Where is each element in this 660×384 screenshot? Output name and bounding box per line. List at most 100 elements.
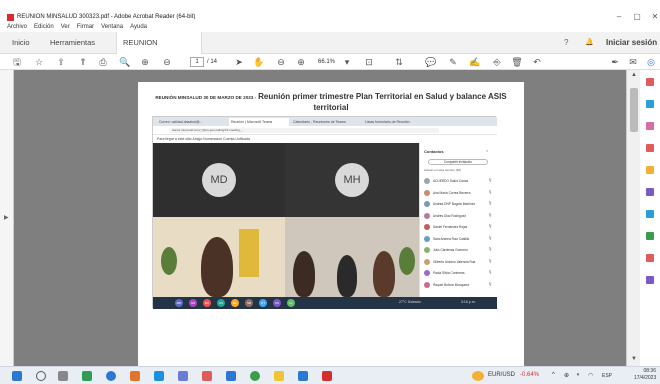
search-icon[interactable]: ◎ <box>644 55 658 69</box>
mail-icon[interactable]: ✉ <box>626 55 640 69</box>
wifi-icon[interactable]: ◠ <box>588 372 593 379</box>
menu-item-ayuda[interactable]: Ayuda <box>130 22 147 32</box>
comment-tool-icon[interactable] <box>646 144 654 152</box>
page-up-icon[interactable]: ⊕ <box>138 55 152 69</box>
clock-date: 17/4/2023 <box>634 375 657 381</box>
more-tools-icon[interactable] <box>646 276 654 284</box>
scroll-down-icon[interactable]: ▼ <box>631 356 637 362</box>
edge-icon[interactable] <box>106 371 116 381</box>
tab-document[interactable]: REUNION MINSAL...× <box>116 32 202 69</box>
fill-sign-icon[interactable] <box>646 210 654 218</box>
avatar: MH <box>335 163 369 197</box>
fit-page-icon[interactable]: ⊡ <box>362 55 376 69</box>
vertical-scrollbar[interactable]: ▲ ▼ <box>626 70 640 366</box>
minimize-button[interactable]: – <box>612 12 626 21</box>
delete-icon[interactable]: 🗑 <box>510 55 524 69</box>
left-navigation-panel[interactable]: ▶ <box>0 70 14 366</box>
redact-icon[interactable] <box>646 254 654 262</box>
export-pdf-icon[interactable] <box>646 100 654 108</box>
volume-icon[interactable]: ◖ <box>576 372 580 378</box>
tools-panel <box>640 70 660 366</box>
menu-item-ver[interactable]: Ver <box>61 22 70 32</box>
browser-address-row: teams.microsoft.com/_#/pre-join-calling/… <box>153 126 497 135</box>
acrobat-taskbar-icon[interactable] <box>322 371 332 381</box>
menu-item-firmar[interactable]: Firmar <box>77 22 94 32</box>
close-window-button[interactable]: ✕ <box>648 12 660 21</box>
print-icon[interactable]: ⎙ <box>96 55 110 69</box>
start-icon[interactable] <box>12 371 22 381</box>
embedded-tray-weather: 27°C Soleado <box>399 300 421 304</box>
media-icon[interactable] <box>202 371 212 381</box>
sign-icon[interactable]: ✒ <box>608 55 622 69</box>
mic-icon: 🎙 <box>488 201 493 205</box>
scroll-mode-icon[interactable]: ⇅ <box>392 55 406 69</box>
tray-chevron-icon[interactable]: ^ <box>552 372 555 378</box>
avatar: MD <box>202 163 236 197</box>
protect-icon[interactable] <box>646 232 654 240</box>
mic-icon: 🎙 <box>488 270 493 274</box>
zoom-level[interactable]: 66.1% <box>318 57 335 67</box>
maximize-button[interactable]: ▢ <box>630 12 644 21</box>
file-explorer-icon[interactable] <box>274 371 284 381</box>
upload-icon[interactable]: ⇑ <box>76 55 90 69</box>
contact-avatar <box>424 212 430 219</box>
save-icon[interactable]: 🖫 <box>10 55 24 69</box>
zoom-dropdown-icon[interactable]: ▾ <box>340 55 354 69</box>
menu-item-archivo[interactable]: Archivo <box>7 22 27 32</box>
menu-item-ventana[interactable]: Ventana <box>101 22 123 32</box>
mic-icon: 🎙 <box>488 281 493 286</box>
stamp-icon[interactable]: ⎆ <box>490 55 504 69</box>
clock[interactable]: 08:36 17/4/2023 <box>634 368 656 382</box>
zoom-search-icon[interactable]: 🔍 <box>118 55 132 69</box>
word-icon[interactable] <box>226 371 236 381</box>
chrome-icon[interactable] <box>250 371 260 381</box>
plant <box>399 247 415 275</box>
help-icon[interactable]: ? <box>564 32 568 54</box>
comment-icon[interactable]: 💬 <box>424 55 438 69</box>
language-indicator[interactable]: ESP <box>602 373 612 379</box>
select-cursor-icon[interactable]: ➤ <box>232 55 246 69</box>
pen-icon[interactable]: ✎ <box>446 55 460 69</box>
browser-bookmarks: Para llegar a este sitio Amigo Numeracio… <box>153 135 497 143</box>
bookmark-star-icon[interactable]: ☆ <box>32 55 46 69</box>
mic-icon: 🎙 <box>488 189 493 194</box>
notifications-icon[interactable]: 🔔 <box>585 32 594 54</box>
contact-name: Sara Andrea Ruiz Castillo <box>433 236 470 241</box>
contact-avatar <box>424 224 430 230</box>
combine-files-icon[interactable] <box>646 166 654 174</box>
contact-avatar <box>424 247 430 253</box>
expand-panel-icon[interactable]: ▶ <box>4 214 9 221</box>
search-taskbar-icon[interactable] <box>36 371 46 381</box>
edit-pdf-icon[interactable] <box>646 122 654 130</box>
ticker-change: -0.64% <box>520 372 540 378</box>
organize-pages-icon[interactable] <box>646 188 654 196</box>
page-number-input[interactable]: 1 <box>190 57 204 67</box>
create-pdf-icon[interactable] <box>646 78 654 86</box>
zoom-in-icon[interactable]: ⊕ <box>294 55 308 69</box>
tab-inicio[interactable]: Inicio <box>6 32 36 54</box>
highlight-icon[interactable]: ✍ <box>468 55 482 69</box>
share-icon[interactable]: ⇪ <box>54 55 68 69</box>
office-icon[interactable] <box>130 371 140 381</box>
tab-herramientas[interactable]: Herramientas <box>44 32 101 54</box>
scroll-up-icon[interactable]: ▲ <box>631 72 637 78</box>
page-down-icon[interactable]: ⊖ <box>160 55 174 69</box>
hand-tool-icon[interactable]: ✋ <box>252 55 266 69</box>
network-icon[interactable]: ⊕ <box>564 372 569 379</box>
share-invite-button: Compartir invitación <box>428 159 488 165</box>
teams-icon[interactable] <box>178 371 188 381</box>
sign-in-link[interactable]: Iniciar sesión <box>606 32 657 54</box>
zoom-out-icon[interactable]: ⊖ <box>274 55 288 69</box>
menu-item-edicion[interactable]: Edición <box>34 22 54 32</box>
outlook-icon[interactable] <box>154 371 164 381</box>
participant-chip: GS <box>189 299 197 307</box>
store-icon[interactable] <box>298 371 308 381</box>
person-silhouette <box>201 237 233 297</box>
task-view-icon[interactable] <box>58 371 68 381</box>
excel-icon[interactable] <box>82 371 92 381</box>
mic-icon: 🎙 <box>488 212 493 217</box>
undo-icon[interactable]: ↶ <box>530 55 544 69</box>
person-silhouette <box>337 255 357 297</box>
scrollbar-thumb[interactable] <box>630 88 638 132</box>
pdf-page: REUNIÓN MINSALUD 30 DE MARZO DE 2023 - R… <box>138 82 524 366</box>
